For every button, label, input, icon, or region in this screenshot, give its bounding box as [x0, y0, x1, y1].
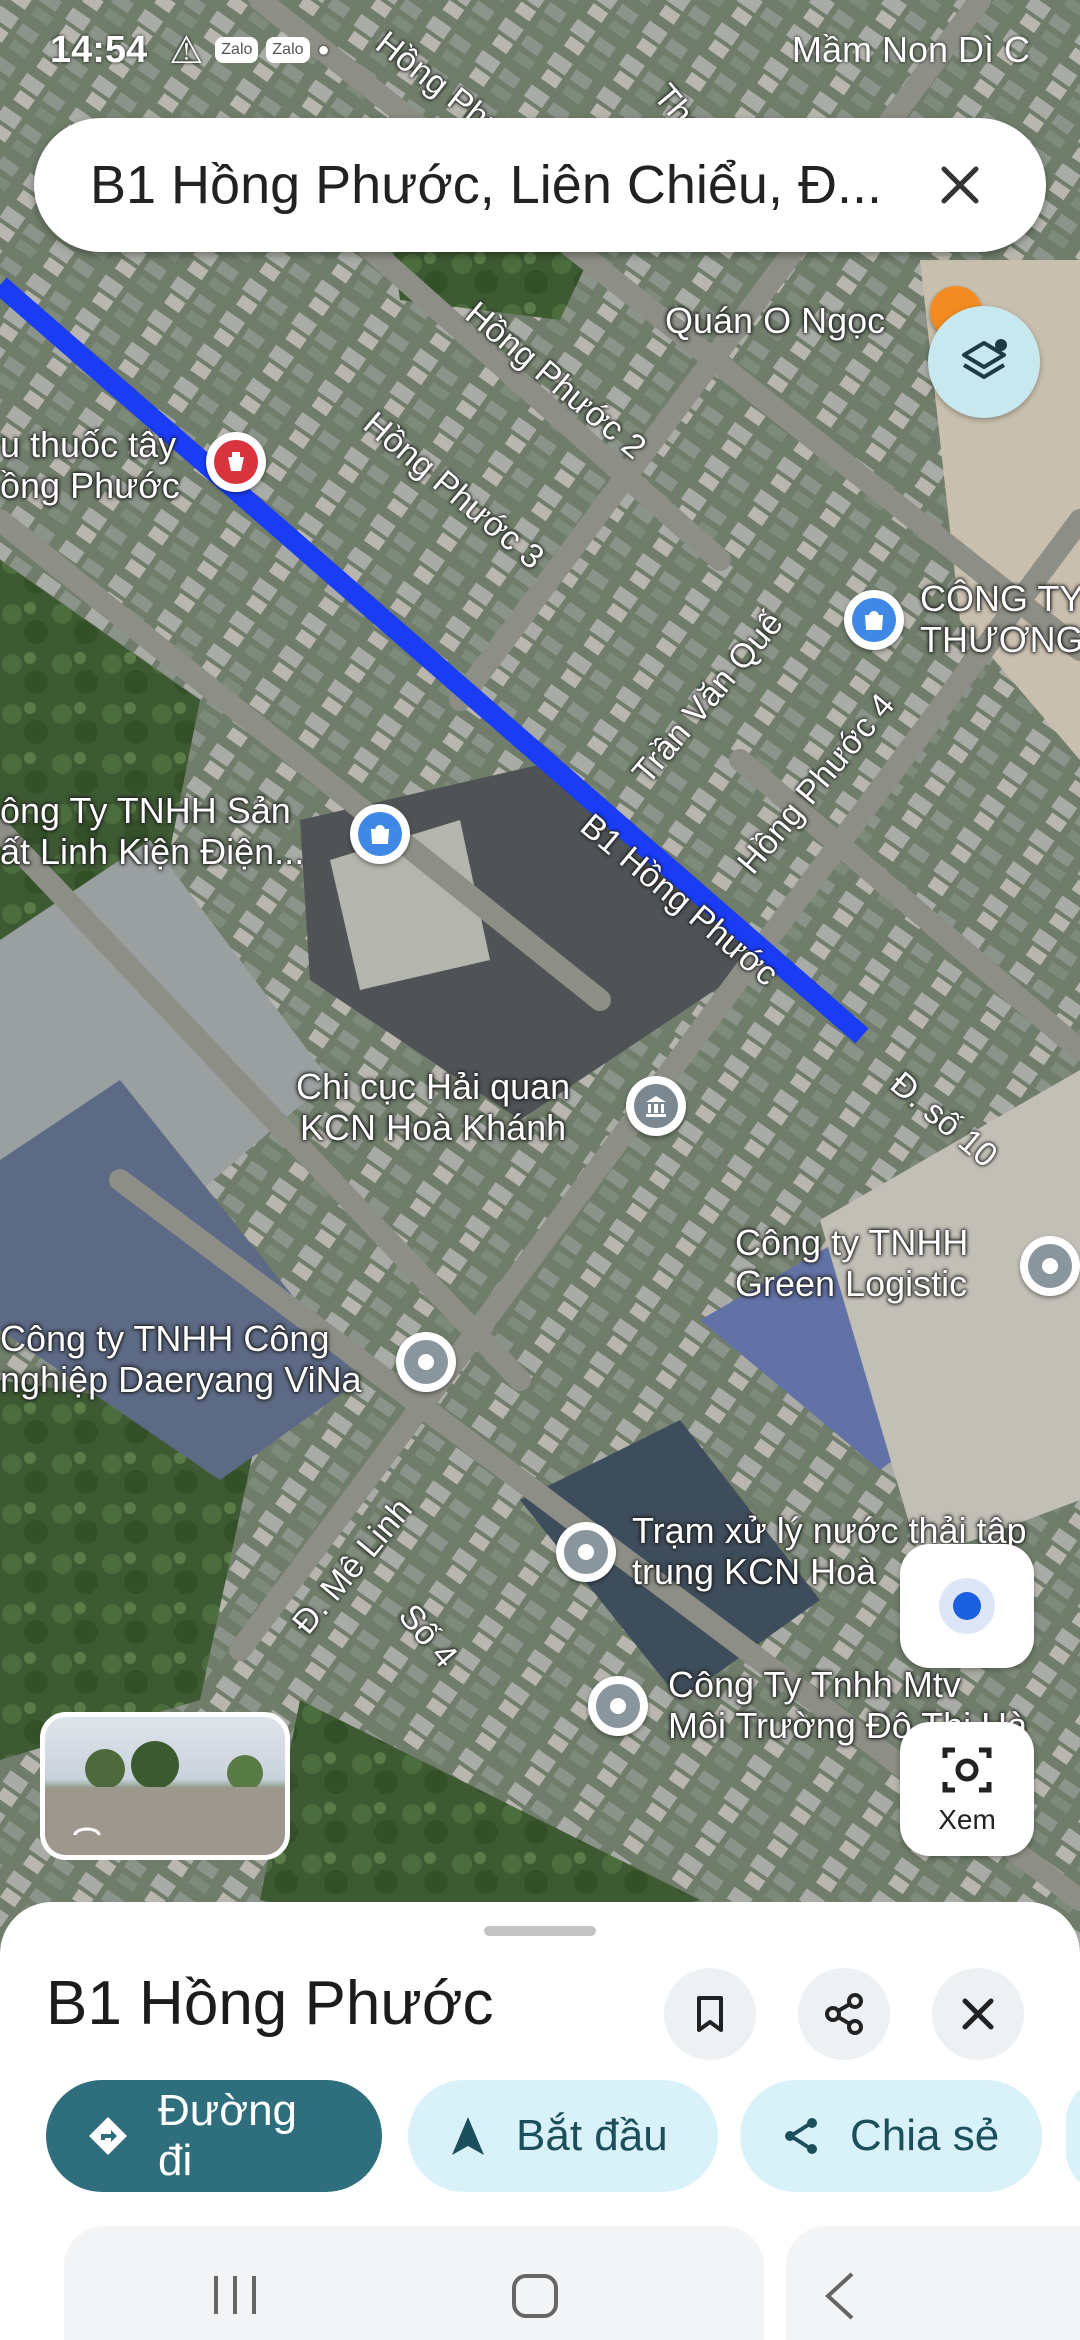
recent-apps-icon[interactable]	[210, 2272, 260, 2318]
place-dot-icon[interactable]	[556, 1522, 616, 1582]
place-label[interactable]: Chi cục Hải quan KCN Hoà Khánh	[296, 1066, 570, 1149]
back-icon[interactable]	[820, 2270, 860, 2322]
status-right-text: Mầm Non Dì C	[791, 29, 1030, 70]
status-bar: 14:54 ⚠ Zalo Zalo ● Mầm Non Dì C	[0, 0, 1080, 100]
camera-lens-icon	[942, 1747, 992, 1793]
place-label[interactable]: ông Ty TNHH Sản ất Linh Kiện Điện...	[0, 790, 304, 873]
bookmark-icon	[697, 1996, 723, 2032]
pharmacy-icon[interactable]	[206, 432, 266, 492]
place-label[interactable]: Công ty TNHH Công nghiệp Daeryang ViNa	[0, 1318, 362, 1401]
place-dot-icon[interactable]	[396, 1332, 456, 1392]
home-icon[interactable]	[510, 2272, 560, 2320]
share-icon-button[interactable]	[798, 1968, 890, 2060]
place-dot-icon[interactable]	[1020, 1236, 1080, 1296]
lens-button[interactable]: Xem	[900, 1722, 1034, 1856]
place-label[interactable]: Công ty TNHH Green Logistic	[735, 1222, 968, 1305]
save-button[interactable]	[664, 1968, 756, 2060]
street-view-image	[45, 1741, 285, 1855]
place-dot-icon[interactable]	[588, 1676, 648, 1736]
zalo-notification-icon: Zalo	[266, 37, 310, 63]
place-label[interactable]: Quán O Ngọc	[665, 300, 885, 341]
shopping-bag-icon[interactable]	[844, 590, 904, 650]
start-label: Bắt đầu	[516, 2111, 668, 2160]
close-sheet-button[interactable]	[932, 1968, 1024, 2060]
layers-icon	[962, 339, 1007, 379]
street-view-thumbnail[interactable]	[40, 1712, 290, 1860]
nav-bar-background	[64, 2226, 764, 2340]
close-icon[interactable]	[930, 155, 990, 215]
directions-icon	[86, 2114, 130, 2158]
drag-handle[interactable]	[484, 1926, 596, 1936]
directions-button[interactable]: Đường đi	[46, 2080, 382, 2192]
directions-label: Đường đi	[158, 2086, 298, 2185]
my-location-button[interactable]	[900, 1544, 1034, 1668]
place-title: B1 Hồng Phước	[46, 1969, 494, 2038]
start-button[interactable]: Bắt đầu	[408, 2080, 718, 2192]
search-input[interactable]: B1 Hồng Phước, Liên Chiểu, Đ...	[90, 154, 930, 216]
status-time: 14:54	[50, 28, 148, 71]
dot-icon: ●	[317, 38, 330, 61]
zalo-notification-icon: Zalo	[215, 37, 259, 63]
location-dot-icon	[953, 1592, 981, 1620]
search-bar[interactable]: B1 Hồng Phước, Liên Chiểu, Đ...	[34, 118, 1046, 252]
more-actions-chip[interactable]	[1066, 2080, 1080, 2192]
share-icon	[825, 1993, 863, 2035]
layers-button[interactable]	[928, 306, 1040, 418]
navigation-arrow-icon	[448, 2114, 488, 2158]
place-label[interactable]: CÔNG TY THƯƠNG	[920, 578, 1080, 661]
close-icon	[962, 1998, 994, 2030]
system-nav-bar	[0, 2226, 1080, 2340]
shopping-bag-icon[interactable]	[350, 804, 410, 864]
share-button[interactable]: Chia sẻ	[740, 2080, 1042, 2192]
place-label[interactable]: u thuốc tây ồng Phước	[0, 424, 180, 507]
government-icon[interactable]	[626, 1076, 686, 1136]
share-label: Chia sẻ	[850, 2111, 1000, 2160]
lens-label: Xem	[938, 1804, 996, 1835]
share-icon	[780, 2115, 822, 2157]
warning-icon: ⚠	[169, 29, 204, 72]
